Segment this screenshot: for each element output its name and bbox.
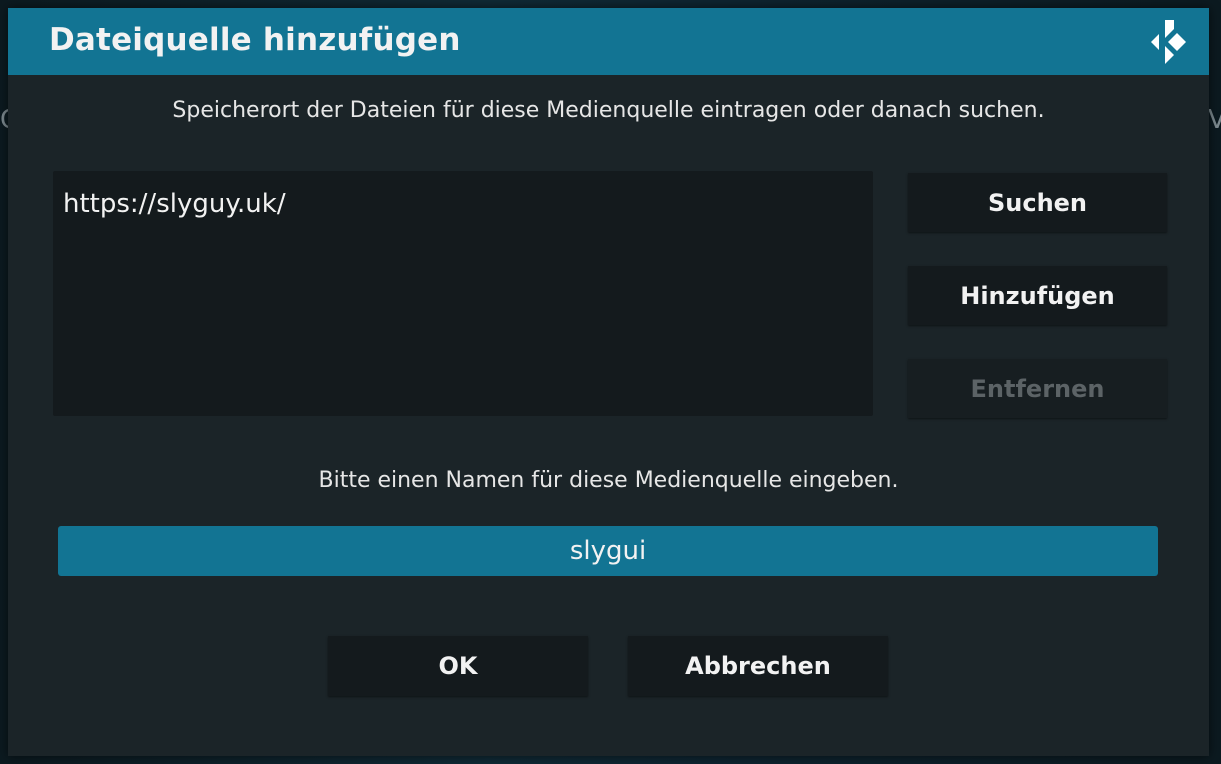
add-source-dialog: Dateiquelle hinzufügen Speicherort der D… (8, 8, 1209, 756)
remove-path-button[interactable]: Entfernen (908, 359, 1167, 418)
source-path-item[interactable]: https://slyguy.uk/ (63, 187, 286, 221)
kodi-logo-icon (1151, 20, 1186, 64)
dialog-titlebar: Dateiquelle hinzufügen (8, 8, 1209, 75)
ok-button[interactable]: OK (328, 636, 588, 696)
path-instruction: Speicherort der Dateien für diese Medien… (172, 98, 1045, 123)
add-path-button[interactable]: Hinzufügen (908, 266, 1167, 325)
source-path-list[interactable]: https://slyguy.uk/ (53, 171, 873, 416)
cancel-button[interactable]: Abbrechen (628, 636, 888, 696)
dialog-title: Dateiquelle hinzufügen (49, 22, 461, 58)
name-instruction: Bitte einen Namen für diese Medienquelle… (318, 468, 899, 493)
source-name-input[interactable]: slygui (58, 526, 1158, 576)
background-text-fragment: V (1208, 105, 1221, 135)
browse-button[interactable]: Suchen (908, 173, 1167, 232)
